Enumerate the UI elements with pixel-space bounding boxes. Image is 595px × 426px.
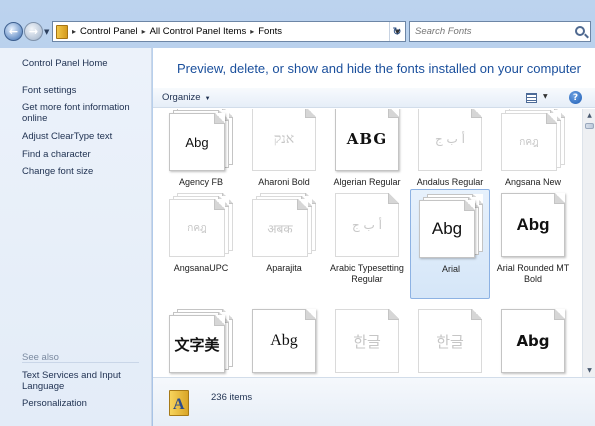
- search-input[interactable]: [410, 22, 560, 41]
- font-sample-text: 한글: [436, 332, 464, 351]
- change-font-size-link[interactable]: Change font size: [22, 166, 93, 177]
- scroll-down-arrow-icon[interactable]: ▼: [584, 365, 595, 376]
- font-name-label: Aharoni Bold: [258, 177, 310, 187]
- font-sample-text: Abg: [516, 215, 550, 234]
- breadcrumb-all-items[interactable]: All Control Panel Items: [150, 26, 247, 37]
- font-preview-icon: Abg: [501, 309, 565, 373]
- organize-label: Organize: [162, 92, 201, 103]
- page-title: Preview, delete, or show and hide the fo…: [177, 61, 581, 76]
- forward-button[interactable]: →: [24, 22, 43, 41]
- font-sample-text: अबक: [267, 221, 293, 236]
- font-name-label: AngsanaUPC: [173, 263, 229, 273]
- font-preview-icon: 한글: [418, 309, 482, 373]
- breadcrumb-separator-icon[interactable]: ▸: [250, 27, 254, 36]
- details-pane: A 236 items: [153, 377, 595, 426]
- views-icon[interactable]: [526, 93, 537, 103]
- font-settings-link[interactable]: Font settings: [22, 85, 76, 96]
- font-tile[interactable]: 한글: [410, 305, 490, 377]
- fonts-window: ← → ▼ ▸ Control Panel ▸ All Control Pane…: [0, 0, 595, 426]
- font-sample-text: Abg: [431, 219, 463, 238]
- breadcrumb-separator-icon[interactable]: ▸: [142, 27, 146, 36]
- font-name-label: Andalus Regular: [416, 177, 484, 187]
- breadcrumb-separator-icon[interactable]: ▸: [72, 27, 76, 36]
- font-name-label: Arial Rounded MT Bold: [496, 263, 570, 284]
- font-sample-text: กคฎ: [519, 136, 539, 148]
- breadcrumb-fonts[interactable]: Fonts: [258, 26, 282, 37]
- forward-arrow-icon: →: [28, 25, 39, 38]
- help-icon[interactable]: ?: [569, 91, 582, 104]
- breadcrumb-control-panel[interactable]: Control Panel: [80, 26, 138, 37]
- font-preview-icon: أ ب ج: [418, 109, 482, 171]
- search-icon[interactable]: [575, 26, 585, 36]
- personalization-link[interactable]: Personalization: [22, 398, 87, 409]
- address-bar-row: ← → ▼ ▸ Control Panel ▸ All Control Pane…: [0, 17, 595, 47]
- font-preview-icon: กคฎ: [169, 193, 233, 257]
- font-tile[interactable]: Abg: [493, 305, 573, 377]
- fonts-folder-icon: A: [169, 386, 191, 416]
- font-preview-icon: अबक: [252, 193, 316, 257]
- font-sample-text: ABG: [346, 130, 388, 148]
- font-sample-text: Abg: [270, 332, 298, 349]
- font-tile[interactable]: अबक Aparajita: [244, 189, 324, 299]
- see-also-heading: See also: [22, 352, 59, 363]
- font-preview-icon: Abg: [169, 109, 233, 171]
- font-name-label: Agency FB: [178, 177, 224, 187]
- font-name-label: Aparajita: [266, 263, 302, 273]
- font-tile[interactable]: กคฎ AngsanaUPC: [161, 189, 241, 299]
- navigation-pane: Control Panel Home Font settings Get mor…: [0, 48, 152, 426]
- folder-icon: [56, 24, 68, 39]
- font-grid: Abg Agency FB אנק Aharoni Bold ABG Algerian R…: [153, 109, 583, 377]
- get-more-font-info-link[interactable]: Get more font information online: [22, 102, 137, 124]
- vertical-scrollbar[interactable]: ▲ ▼: [582, 109, 595, 377]
- control-panel-home-link[interactable]: Control Panel Home: [22, 58, 108, 69]
- search-box[interactable]: [409, 21, 591, 42]
- back-button[interactable]: ←: [4, 22, 23, 41]
- font-sample-text: أ ب ج: [351, 218, 382, 232]
- refresh-icon[interactable]: ↻: [388, 21, 406, 42]
- font-preview-icon: ABG: [335, 109, 399, 171]
- font-preview-icon: กคฎ: [501, 109, 565, 171]
- find-character-link[interactable]: Find a character: [22, 149, 91, 160]
- command-bar: Organize ▼ ▼ ?: [153, 88, 595, 108]
- text-services-link[interactable]: Text Services and Input Language: [22, 370, 142, 392]
- main-pane: Preview, delete, or show and hide the fo…: [153, 48, 595, 426]
- font-tile[interactable]: 한글: [327, 305, 407, 377]
- font-tile[interactable]: 文字美: [161, 305, 241, 377]
- adjust-cleartype-link[interactable]: Adjust ClearType text: [22, 131, 112, 142]
- font-sample-text: 文字美: [174, 335, 220, 354]
- font-preview-icon: אנק: [252, 109, 316, 171]
- font-tile[interactable]: Abg: [244, 305, 324, 377]
- font-name-label: Algerian Regular: [333, 177, 401, 187]
- font-sample-text: Abg: [185, 134, 209, 150]
- font-sample-text: กคฎ: [187, 222, 207, 234]
- font-sample-text: 한글: [353, 332, 381, 351]
- font-preview-icon: 文字美: [169, 309, 233, 373]
- back-arrow-icon: ←: [8, 25, 19, 38]
- font-name-label: Arabic Typesetting Regular: [330, 263, 404, 284]
- font-preview-icon: Abg: [419, 194, 483, 258]
- font-name-label: Arial: [441, 264, 460, 274]
- chevron-down-icon: ▼: [204, 96, 211, 102]
- font-preview-icon: 한글: [335, 309, 399, 373]
- item-count: 236 items: [211, 392, 253, 403]
- address-bar[interactable]: ▸ Control Panel ▸ All Control Panel Item…: [52, 21, 406, 42]
- font-name-label: Angsana New: [504, 177, 562, 187]
- font-sample-text: אנק: [273, 130, 295, 147]
- font-sample-text: أ ب ج: [434, 132, 465, 146]
- font-preview-icon: Abg: [501, 193, 565, 257]
- scroll-thumb[interactable]: [585, 123, 594, 129]
- font-tile[interactable]: أ ب ج Arabic Typesetting Regular: [327, 189, 407, 299]
- font-tile[interactable]: Abg Arial Rounded MT Bold: [493, 189, 573, 299]
- views-chevron-down-icon[interactable]: ▼: [543, 93, 548, 100]
- font-tile[interactable]: Abg Arial: [410, 189, 490, 299]
- scroll-up-arrow-icon[interactable]: ▲: [584, 110, 595, 121]
- font-preview-icon: Abg: [252, 309, 316, 373]
- font-sample-text: Abg: [516, 332, 550, 350]
- recent-pages-chevron-icon[interactable]: ▼: [44, 28, 49, 36]
- organize-button[interactable]: Organize ▼: [162, 92, 211, 103]
- font-preview-icon: أ ب ج: [335, 193, 399, 257]
